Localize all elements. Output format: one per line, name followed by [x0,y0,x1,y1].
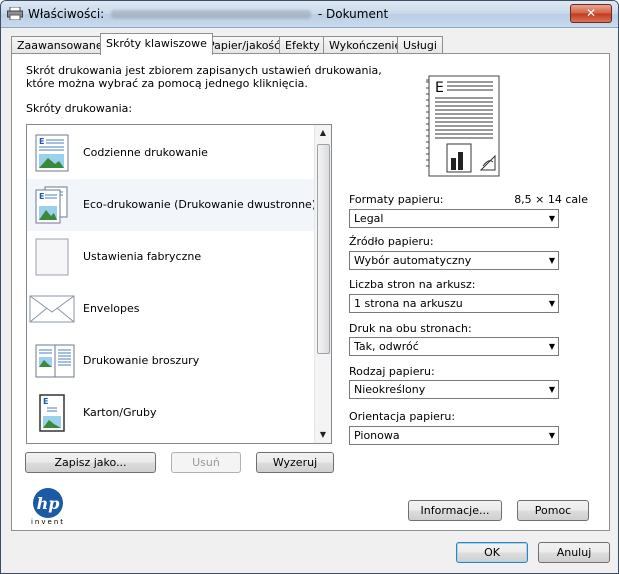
paper-size-value: 8,5 × 14 cale [514,193,588,206]
tab-shortcuts[interactable]: Skróty klawiszowe [100,33,213,55]
shortcuts-list[interactable]: E Codzienne drukowanie E Eco-drukowanie … [26,124,332,444]
logo-text: invent [30,518,65,526]
help-button[interactable]: Pomoc [517,500,589,521]
list-item[interactable]: E Codzienne drukowanie [27,127,317,179]
redacted-printer-name [111,10,312,19]
duplex-document-icon: E [35,186,68,224]
list-item-label: Codzienne drukowanie [83,146,208,159]
shortcuts-label: Skróty drukowania: [26,102,133,115]
printer-icon [7,7,23,20]
chevron-down-icon: ▼ [548,385,555,394]
info-button[interactable]: Informacje... [408,500,502,521]
list-item[interactable]: Ustawienia fabryczne [27,231,317,283]
list-scrollbar[interactable]: ▲ ▼ [314,125,331,443]
list-item-label: Envelopes [83,302,140,315]
chevron-down-icon: ▼ [548,256,555,265]
paper-type-label: Rodzaj papieru: [349,365,435,378]
title-prefix: Właściwości: [28,7,105,21]
paper-type-select[interactable]: Nieokreślony ▼ [349,380,559,399]
svg-text:hp: hp [37,494,60,513]
list-item[interactable]: Envelopes [27,283,317,335]
paper-type-value: Nieokreślony [354,383,426,396]
list-item-label: Eco-drukowanie (Drukowanie dwustronne) [83,198,317,211]
cardstock-icon: E [39,394,65,432]
cancel-button[interactable]: Anuluj [538,542,610,563]
orientation-label: Orientacja papieru: [349,410,456,423]
booklet-icon [35,344,75,378]
tab-effects[interactable]: Efekty [279,36,326,54]
tab-finishing[interactable]: Wykończenie [323,36,408,54]
tab-advanced[interactable]: Zaawansowane [11,36,109,54]
pages-per-sheet-select[interactable]: 1 strona na arkuszu ▼ [349,294,559,313]
tab-services[interactable]: Usługi [397,36,443,54]
shortcuts-panel: Skrót drukowania jest zbiorem zapisanych… [11,53,610,531]
paper-source-label: Źródło papieru: [349,235,434,248]
duplex-label: Druk na obu stronach: [349,322,472,335]
svg-text:E: E [39,192,44,201]
delete-button[interactable]: Usuń [171,452,241,473]
paper-source-select[interactable]: Wybór automatyczny ▼ [349,251,559,270]
blank-page-icon [35,238,69,276]
scroll-thumb[interactable] [317,144,330,354]
document-icon: E [35,134,69,172]
list-item[interactable]: E Karton/Gruby [27,387,317,439]
list-item[interactable]: E Eco-drukowanie (Drukowanie dwustronne) [27,179,317,231]
paper-formats-label: Formaty papieru: [349,193,444,206]
duplex-value: Tak, odwróć [354,340,419,353]
list-item-label: Drukowanie broszury [83,354,200,367]
paper-format-value: Legal [354,212,384,225]
envelope-icon [29,295,75,323]
list-item-label: Karton/Gruby [83,406,157,419]
list-item-label: Ustawienia fabryczne [83,250,202,263]
printer-properties-window: Właściwości: - Dokument ✕ Zaawansowane S… [0,0,619,574]
paper-source-value: Wybór automatyczny [354,254,472,267]
paper-format-select[interactable]: Legal ▼ [349,209,559,228]
window-title: Właściwości: - Dokument [28,7,388,21]
scroll-up-icon[interactable]: ▲ [315,125,331,141]
page-preview-icon: E [426,75,500,177]
list-item[interactable]: Drukowanie broszury [27,335,317,387]
title-suffix: - Dokument [317,7,389,21]
tab-paper-quality[interactable]: Papier/jakość [202,36,287,54]
pages-per-sheet-value: 1 strona na arkuszu [354,297,463,310]
reset-button[interactable]: Wyzeruj [256,452,334,473]
title-bar[interactable]: Właściwości: - Dokument ✕ [1,1,618,28]
close-button[interactable]: ✕ [570,4,612,23]
save-as-button[interactable]: Zapisz jako... [25,452,156,473]
svg-text:E: E [43,397,48,406]
svg-text:E: E [435,80,444,96]
chevron-down-icon: ▼ [548,214,555,223]
shortcuts-description: Skrót drukowania jest zbiorem zapisanych… [26,64,382,90]
orientation-select[interactable]: Pionowa ▼ [349,426,559,445]
pages-per-sheet-label: Liczba stron na arkusz: [349,278,476,291]
orientation-value: Pionowa [354,429,400,442]
ok-button[interactable]: OK [456,542,528,563]
svg-text:E: E [39,137,44,146]
duplex-select[interactable]: Tak, odwróć ▼ [349,337,559,356]
scroll-down-icon[interactable]: ▼ [315,427,331,443]
chevron-down-icon: ▼ [548,342,555,351]
chevron-down-icon: ▼ [548,299,555,308]
chevron-down-icon: ▼ [548,431,555,440]
